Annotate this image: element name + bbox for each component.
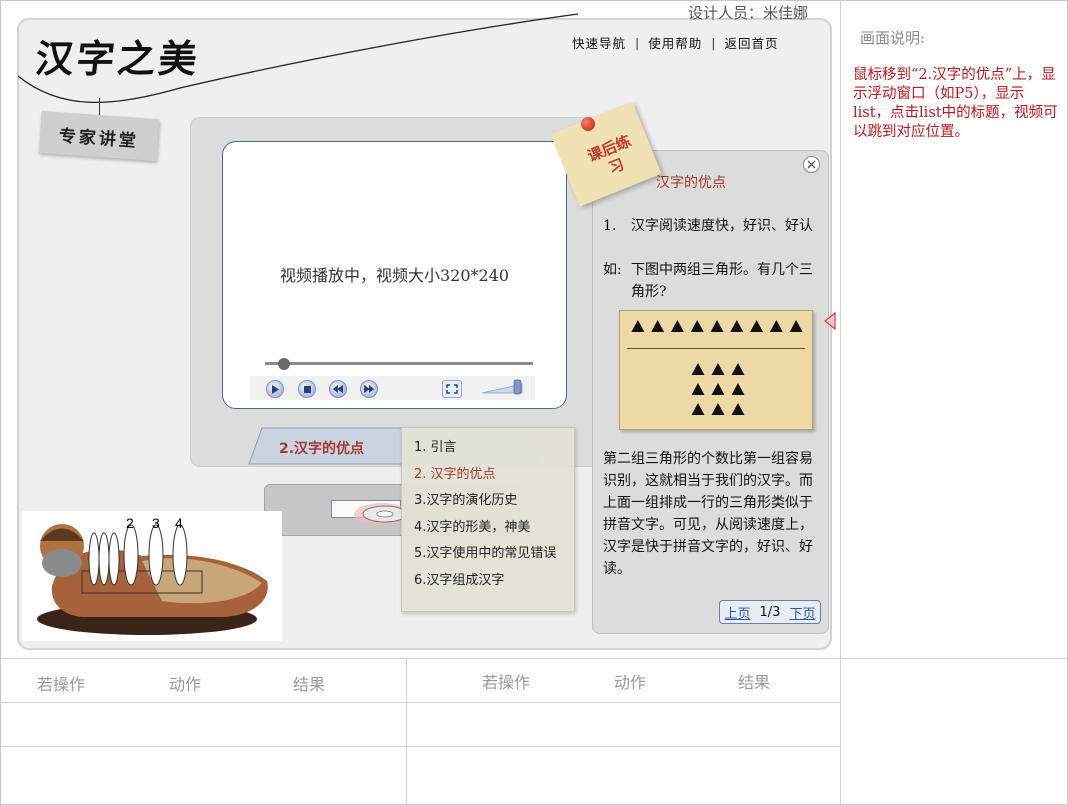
- example-prefix: 如:: [603, 262, 622, 278]
- fast-forward-button[interactable]: [360, 380, 378, 398]
- chapter-item-advantages[interactable]: 2. 汉字的优点: [402, 464, 574, 491]
- table-row-divider: [0, 702, 840, 703]
- nav-separator: |: [635, 35, 640, 50]
- chapter-item-composition[interactable]: 6.汉字组成汉字: [402, 570, 574, 597]
- triangle-mark: [711, 403, 725, 415]
- triangle-mark: [731, 363, 745, 375]
- triangle-mark: [670, 320, 684, 332]
- nav-help[interactable]: 使用帮助: [648, 33, 702, 52]
- info-point: 1. 汉字阅读速度快，好识、好认: [603, 215, 821, 237]
- stop-icon: [303, 385, 311, 393]
- table-header-action: 动作: [614, 673, 647, 692]
- figurine-photo: 2 3 4: [22, 511, 282, 641]
- pager: 上页 1/3 下页: [719, 600, 821, 624]
- info-title: 汉字的优点: [656, 175, 726, 191]
- close-button[interactable]: [803, 156, 820, 173]
- triangle-mark: [731, 383, 745, 395]
- chapter-tab-label[interactable]: 2.汉字的优点: [279, 438, 364, 458]
- pin-icon: [581, 117, 595, 131]
- fullscreen-icon: [446, 384, 458, 394]
- triangle-mark: [731, 403, 745, 415]
- nav-home[interactable]: 返回首页: [724, 33, 778, 52]
- triangle-mark: [631, 320, 645, 332]
- progress-knob[interactable]: [277, 358, 290, 370]
- designer-credit: 设计人员：米佳娜: [688, 4, 809, 22]
- figurine-image: 2 3 4: [37, 515, 268, 635]
- prev-page-link[interactable]: 上页: [725, 603, 751, 622]
- triangle-mark: [651, 320, 665, 332]
- chapter-item-history[interactable]: 3.汉字的演化历史: [402, 490, 574, 517]
- plate-label: 3: [152, 515, 160, 531]
- volume-icon: [513, 379, 522, 395]
- collapse-arrow-icon[interactable]: [824, 312, 836, 330]
- triangle-mark: [711, 363, 725, 375]
- triangle-mark: [690, 320, 704, 332]
- triangle-mark: [710, 320, 724, 332]
- table-header-condition: 若操作: [37, 675, 86, 694]
- table-header-action: 动作: [169, 675, 202, 694]
- point-number: 1.: [603, 218, 617, 234]
- rewind-icon: [333, 385, 343, 393]
- triangle-row: [631, 320, 803, 332]
- progress-track[interactable]: [265, 362, 533, 365]
- fullscreen-button[interactable]: [442, 380, 462, 398]
- annotation-divider: [840, 0, 841, 805]
- fast-forward-icon: [364, 385, 374, 393]
- triangle-mark: [691, 403, 705, 415]
- page-count: 1/3: [759, 604, 781, 620]
- annotation-body: 鼠标移到“2.汉字的优点”上，显示浮动窗口（如P5），显示list，点击list…: [853, 67, 1058, 140]
- table-column-divider: [406, 658, 407, 805]
- info-example: 如: 下图中两组三角形。有几个三角形?: [603, 259, 821, 303]
- table-header-result: 结果: [738, 673, 771, 692]
- chapter-item-common-errors[interactable]: 5.汉字使用中的常见错误: [402, 543, 574, 570]
- video-status-text: 视频播放中，视频大小320*240: [279, 266, 510, 285]
- plate-label: 4: [175, 515, 183, 531]
- close-icon: [807, 160, 816, 169]
- stop-button[interactable]: [298, 380, 316, 398]
- top-nav: 快速导航 | 使用帮助 | 返回首页: [572, 33, 778, 52]
- play-button[interactable]: [266, 380, 284, 398]
- example-text: 下图中两组三角形。有几个三角形?: [631, 262, 813, 300]
- table-header-condition: 若操作: [482, 673, 531, 692]
- triangle-mark: [789, 320, 803, 332]
- annotation-heading: 画面说明:: [860, 29, 926, 47]
- next-page-link[interactable]: 下页: [789, 603, 815, 622]
- triangle-mark: [691, 383, 705, 395]
- table-row-divider: [0, 746, 840, 747]
- info-body: 第二组三角形的个数比第一组容易识别，这就相当于我们的汉字。而上面一组排成一行的三…: [603, 451, 813, 577]
- triangle-mark: [691, 363, 705, 375]
- volume-slider[interactable]: [480, 379, 528, 395]
- triangle-mark: [730, 320, 744, 332]
- table-header-result: 结果: [293, 675, 326, 694]
- nav-quick-navigation[interactable]: 快速导航: [572, 33, 626, 52]
- triangle-divider: [627, 348, 805, 349]
- point-text: 汉字阅读速度快，好识、好认: [631, 218, 813, 234]
- nav-separator: |: [711, 35, 716, 50]
- triangle-mark: [711, 383, 725, 395]
- triangle-mark: [750, 320, 764, 332]
- rewind-button[interactable]: [329, 380, 347, 398]
- chapter-list: 1. 引言 2. 汉字的优点 3.汉字的演化历史 4.汉字的形美，神美 5.汉字…: [401, 427, 575, 612]
- chapter-item-beauty[interactable]: 4.汉字的形美，神美: [402, 517, 574, 544]
- section-sign: 专家讲堂: [38, 110, 160, 162]
- chapter-item-intro[interactable]: 1. 引言: [402, 437, 574, 464]
- table-divider: [0, 658, 1068, 659]
- play-icon: [272, 384, 279, 394]
- triangle-mark: [769, 320, 783, 332]
- triangle-grid: [691, 363, 745, 415]
- app-title: 汉字之美: [33, 36, 203, 81]
- plate-label: 2: [126, 515, 134, 531]
